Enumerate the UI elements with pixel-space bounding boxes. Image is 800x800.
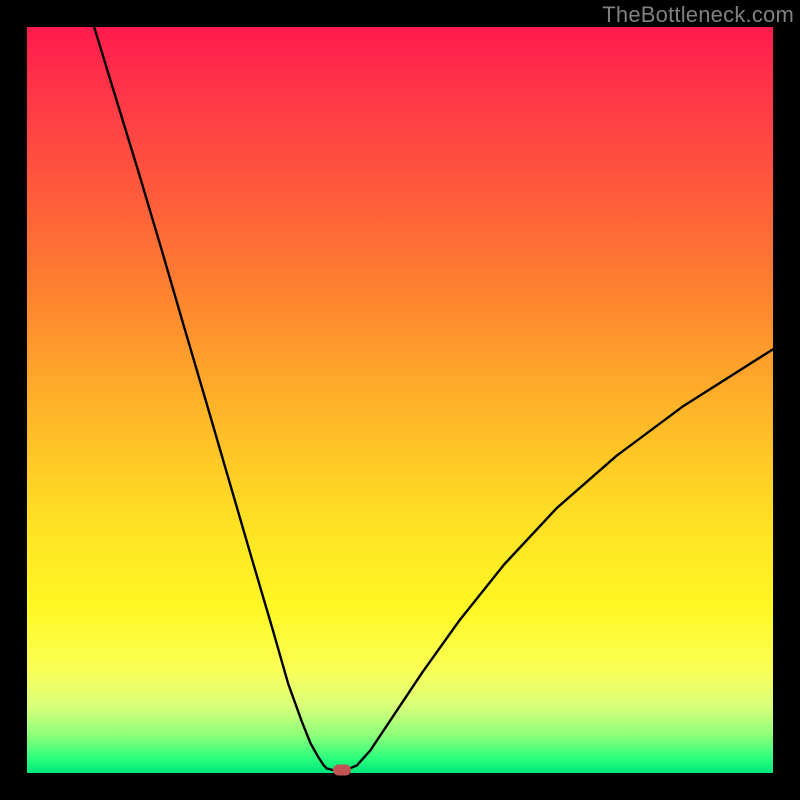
plot-area xyxy=(27,27,773,773)
minimum-marker xyxy=(333,765,351,776)
watermark-text: TheBottleneck.com xyxy=(602,2,794,28)
chart-frame: TheBottleneck.com xyxy=(0,0,800,800)
bottleneck-curve xyxy=(27,27,773,773)
